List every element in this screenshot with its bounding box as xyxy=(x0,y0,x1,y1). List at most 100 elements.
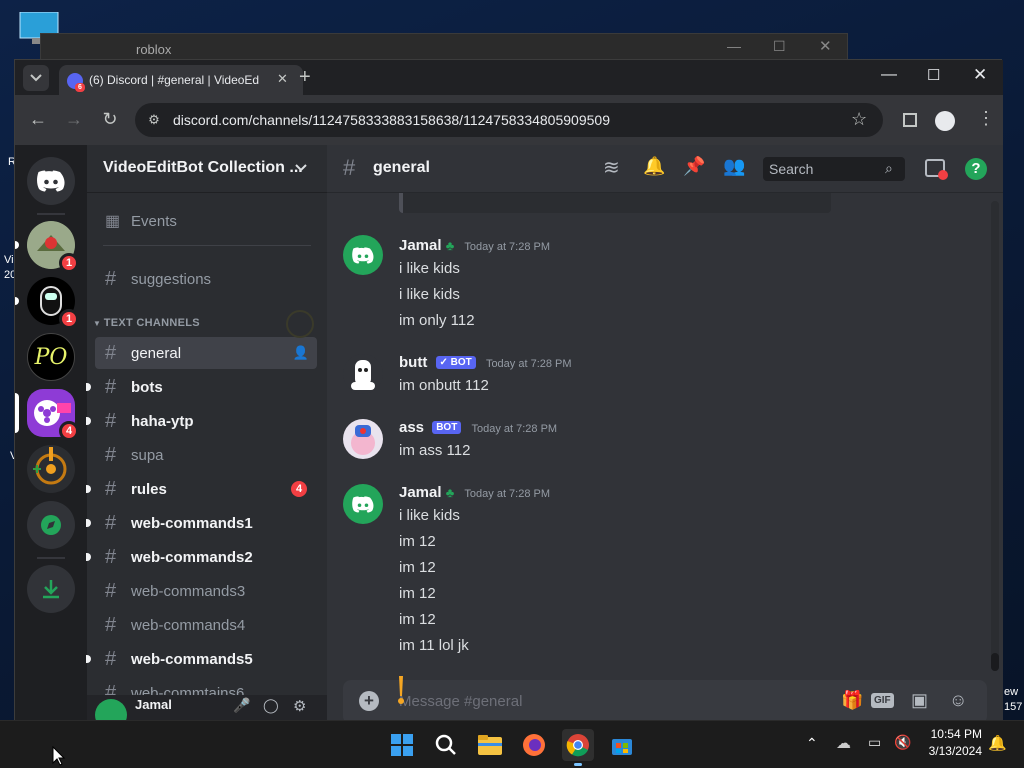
scrollbar-thumb[interactable] xyxy=(991,653,999,671)
avatar[interactable] xyxy=(343,235,383,275)
author-name[interactable]: ass xyxy=(399,419,424,436)
start-icon[interactable] xyxy=(386,729,418,761)
channel-suggestions[interactable]: # suggestions xyxy=(95,263,317,295)
channel-bots[interactable]: # bots xyxy=(86,371,317,403)
close-icon[interactable]: ✕ xyxy=(973,65,987,85)
browser-tab[interactable]: 6 (6) Discord | #general | VideoEd ✕ xyxy=(59,65,303,95)
message-text: i like kids xyxy=(399,286,460,303)
settings-gear-icon[interactable]: ⚙ xyxy=(293,697,306,715)
loading-ring-icon xyxy=(286,310,314,338)
desktop-label: ew xyxy=(1004,686,1019,698)
volume-muted-icon[interactable]: 🔇 xyxy=(894,734,911,751)
channel-web-commands2[interactable]: # web-commands2 xyxy=(86,541,317,573)
firefox-icon[interactable] xyxy=(518,729,550,761)
search-icon[interactable] xyxy=(430,729,462,761)
channel-rules[interactable]: # rules 4 xyxy=(86,473,317,505)
message-author[interactable]: Jamal ♣ Today at 7:28 PM xyxy=(399,237,550,254)
message-composer[interactable]: + Message #general 🎁 GIF ▣ ☺ xyxy=(343,680,987,721)
close-icon[interactable]: ✕ xyxy=(819,37,832,55)
invite-icon[interactable]: 👤 xyxy=(293,345,309,361)
minimize-icon[interactable]: — xyxy=(727,38,741,54)
inbox-icon[interactable] xyxy=(925,159,948,180)
side-panel-icon[interactable] xyxy=(903,113,917,127)
headset-icon[interactable]: ◯ xyxy=(263,697,279,714)
address-bar[interactable]: ⚙ discord.com/channels/11247583338831586… xyxy=(135,103,883,137)
emoji-icon[interactable]: ☺ xyxy=(949,690,967,711)
maximize-icon[interactable]: ☐ xyxy=(927,66,940,84)
maximize-icon[interactable]: ☐ xyxy=(773,38,786,55)
chrome-icon[interactable] xyxy=(562,729,594,766)
avatar[interactable] xyxy=(343,419,383,459)
author-name[interactable]: Jamal xyxy=(399,484,442,501)
back-icon[interactable]: ← xyxy=(27,108,49,130)
gift-icon[interactable]: 🎁 xyxy=(841,690,863,711)
notification-bell-icon[interactable]: 🔔 xyxy=(988,734,1007,752)
explore-servers-button[interactable] xyxy=(27,501,75,549)
composer-placeholder[interactable]: Message #general xyxy=(399,693,522,710)
tab-badge: 6 xyxy=(75,83,85,92)
events-item[interactable]: ▦ Events xyxy=(95,205,317,237)
server-header[interactable]: VideoEditBot Collection ... xyxy=(87,145,327,193)
menu-icon[interactable]: ⋮ xyxy=(977,108,995,129)
profile-icon[interactable] xyxy=(935,111,955,131)
channel-haha-ytp[interactable]: # haha-ytp xyxy=(86,405,317,437)
download-apps-button[interactable] xyxy=(27,565,75,613)
tab-close-icon[interactable]: ✕ xyxy=(277,71,288,87)
message-author[interactable]: Jamal ♣ Today at 7:28 PM xyxy=(399,484,550,501)
message-text: im onbutt 112 xyxy=(399,377,489,394)
server-icon[interactable]: PO xyxy=(27,333,75,381)
server-icon[interactable] xyxy=(27,445,75,493)
reload-icon[interactable]: ↻ xyxy=(99,108,121,130)
new-tab-icon[interactable]: + xyxy=(299,66,311,89)
channel-general[interactable]: # general 👤 xyxy=(95,337,317,369)
notification-bell-icon[interactable]: 🔔 xyxy=(643,156,665,177)
home-button[interactable] xyxy=(27,157,75,205)
message-author[interactable]: butt ✓ BOT Today at 7:28 PM xyxy=(399,354,572,371)
clock-time[interactable]: 10:54 PM xyxy=(928,727,982,741)
channel-web-commands3[interactable]: # web-commands3 xyxy=(95,575,317,607)
avatar[interactable] xyxy=(343,484,383,524)
channel-web-commands5[interactable]: # web-commands5 xyxy=(86,643,317,675)
attach-plus-icon[interactable]: + xyxy=(359,691,379,711)
divider xyxy=(103,245,311,246)
forward-icon[interactable]: → xyxy=(63,108,85,130)
avatar[interactable] xyxy=(343,354,383,394)
channel-web-commands4[interactable]: # web-commands4 xyxy=(95,609,317,641)
site-info-icon[interactable]: ⚙ xyxy=(145,111,163,129)
channel-web-commands1[interactable]: # web-commands1 xyxy=(86,507,317,539)
mute-icon[interactable]: 🎤 xyxy=(233,697,250,714)
scrollbar-track[interactable] xyxy=(991,201,999,671)
hash-icon: # xyxy=(343,155,356,180)
channel-name: suggestions xyxy=(131,270,212,288)
channel-supa[interactable]: # supa xyxy=(95,439,317,471)
message-author[interactable]: ass BOT Today at 7:28 PM xyxy=(399,419,557,436)
author-name[interactable]: butt xyxy=(399,354,427,371)
tab-search-button[interactable] xyxy=(23,65,49,91)
onedrive-icon[interactable]: ☁ xyxy=(836,734,851,752)
bookmark-star-icon[interactable]: ☆ xyxy=(851,109,867,130)
unread-indicator xyxy=(86,655,91,663)
pin-icon[interactable]: 📌 xyxy=(683,156,705,177)
hash-icon: # xyxy=(105,443,117,466)
channel-title: general xyxy=(373,159,430,176)
threads-icon[interactable]: ≋ xyxy=(603,155,620,180)
author-name[interactable]: Jamal xyxy=(399,237,442,254)
file-explorer-icon[interactable] xyxy=(474,729,506,761)
clock-date[interactable]: 3/13/2024 xyxy=(920,744,982,758)
tray-chevron-up-icon[interactable]: ⌃ xyxy=(806,735,818,752)
message-text: i like kids xyxy=(399,507,460,524)
member-list-icon[interactable]: 👥 xyxy=(723,156,745,177)
network-icon[interactable]: ▭ xyxy=(868,734,881,751)
events-label: Events xyxy=(131,212,177,230)
message-text: i like kids xyxy=(399,260,460,277)
help-icon[interactable]: ? xyxy=(965,158,987,180)
category-text-channels[interactable]: ▼ TEXT CHANNELS xyxy=(93,317,200,329)
store-icon[interactable] xyxy=(606,729,638,761)
search-input[interactable]: Search ⌕ xyxy=(763,157,905,181)
gif-button[interactable]: GIF xyxy=(871,693,894,708)
url-text[interactable]: discord.com/channels/1124758333883158638… xyxy=(173,112,610,128)
minimize-icon[interactable]: — xyxy=(881,66,897,84)
sticker-icon[interactable]: ▣ xyxy=(911,690,928,711)
hash-icon: # xyxy=(105,579,117,602)
avatar[interactable] xyxy=(95,699,127,721)
